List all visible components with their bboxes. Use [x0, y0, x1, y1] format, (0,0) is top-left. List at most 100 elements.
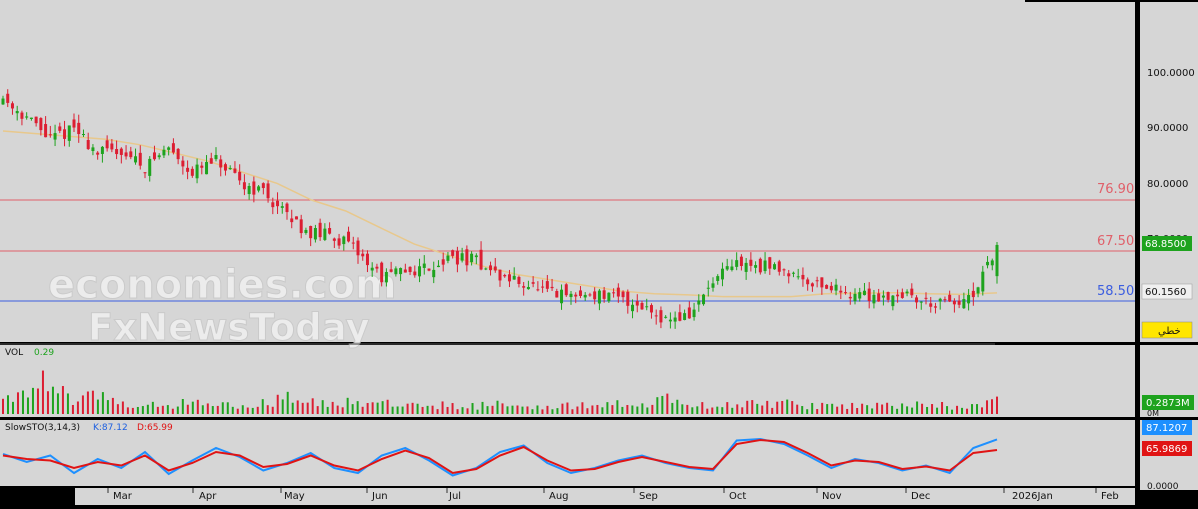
volume-bar — [626, 405, 629, 414]
volume-bar — [966, 408, 969, 414]
level-label-58: 58.50 — [1097, 284, 1134, 299]
candle-body — [948, 294, 952, 302]
candle-body — [299, 219, 303, 234]
volume-bar — [451, 403, 454, 414]
candle-body — [266, 183, 270, 199]
volume-bar — [86, 391, 89, 414]
volume-bar — [76, 401, 79, 414]
candle-body — [484, 268, 488, 270]
volume-title: VOL — [5, 348, 23, 358]
candle-body — [318, 222, 322, 238]
volume-bar — [826, 404, 829, 414]
month-label: Jun — [371, 491, 388, 502]
volume-bar — [901, 403, 904, 414]
volume-bar — [71, 404, 74, 414]
candle-body — [96, 152, 100, 155]
candle-body — [328, 228, 332, 234]
volume-bar — [231, 406, 234, 414]
volume-bar — [796, 404, 799, 414]
volume-bar — [281, 399, 284, 414]
candle-body — [370, 267, 374, 271]
volume-bar — [286, 391, 289, 414]
volume-bar — [406, 403, 409, 414]
candle-body — [716, 276, 720, 281]
candle-body — [782, 269, 786, 271]
candle-body — [645, 306, 649, 308]
candle-body — [626, 291, 630, 306]
candle-body — [162, 149, 166, 156]
candle-body — [58, 126, 62, 131]
volume-bar — [131, 407, 134, 414]
volume-bar — [521, 406, 524, 414]
volume-bar — [871, 408, 874, 414]
candle-body — [81, 134, 85, 136]
candle-body — [654, 315, 658, 317]
scale-mode-label: خطي — [1158, 326, 1181, 337]
volume-bar — [931, 404, 934, 414]
candle-body — [479, 249, 483, 270]
volume-bar — [636, 406, 639, 414]
volume-bar — [621, 406, 624, 414]
scale-mode-button[interactable]: خطي — [1141, 321, 1193, 339]
volume-bar — [466, 408, 469, 414]
volume-bar — [491, 405, 494, 414]
candle-body — [20, 112, 24, 119]
candle-body — [986, 261, 990, 266]
candle-body — [143, 172, 147, 174]
volume-bar — [776, 401, 779, 414]
volume-bar — [171, 408, 174, 414]
volume-bar — [481, 401, 484, 414]
volume-bar — [486, 406, 489, 414]
candle-body — [683, 313, 687, 320]
volume-bar — [11, 401, 14, 414]
stoch-axis-low: 0.0000 — [1147, 482, 1179, 492]
candle-body — [777, 261, 781, 272]
volume-bar — [276, 394, 279, 414]
volume-bar — [911, 407, 914, 414]
candle-body — [152, 152, 156, 160]
candle-body — [791, 272, 795, 274]
volume-bar — [201, 405, 204, 414]
month-label: 2026Jan — [1012, 491, 1053, 502]
candle-body — [451, 250, 455, 256]
volume-current: 0.29 — [34, 348, 54, 358]
volume-bar — [381, 401, 384, 414]
volume-bar — [496, 400, 499, 414]
candle-body — [394, 268, 398, 275]
month-label: Sep — [639, 491, 658, 502]
volume-bar — [386, 399, 389, 414]
volume-bar — [166, 405, 169, 414]
candle-body — [517, 276, 521, 285]
candle-body — [233, 168, 237, 173]
volume-bar — [536, 405, 539, 414]
candle-body — [735, 260, 739, 267]
candle-body — [115, 149, 119, 155]
candle-body — [512, 275, 516, 280]
volume-bar — [471, 403, 474, 414]
volume-bar — [851, 402, 854, 414]
volume-bar — [146, 404, 149, 414]
volume-bar — [91, 390, 94, 414]
candle-body — [418, 266, 422, 277]
candle-body — [990, 260, 994, 266]
volume-bar — [606, 402, 609, 414]
candle-body — [474, 255, 478, 258]
candle-body — [365, 253, 369, 266]
candle-body — [25, 116, 29, 118]
candle-body — [48, 134, 52, 136]
volume-bar — [571, 409, 574, 414]
month-label: Aug — [549, 491, 569, 502]
candle-body — [105, 140, 109, 149]
month-label: May — [284, 491, 305, 502]
candle-body — [602, 290, 606, 299]
volume-bar — [711, 407, 714, 414]
ma-value: 60.1560 — [1145, 287, 1186, 298]
volume-bar — [411, 402, 414, 414]
candle-body — [593, 291, 597, 300]
candle-body — [725, 266, 729, 270]
candle-body — [659, 310, 663, 323]
candle-body — [413, 271, 417, 276]
candle-body — [820, 277, 824, 288]
volume-bar — [106, 400, 109, 414]
volume-bar — [756, 403, 759, 414]
